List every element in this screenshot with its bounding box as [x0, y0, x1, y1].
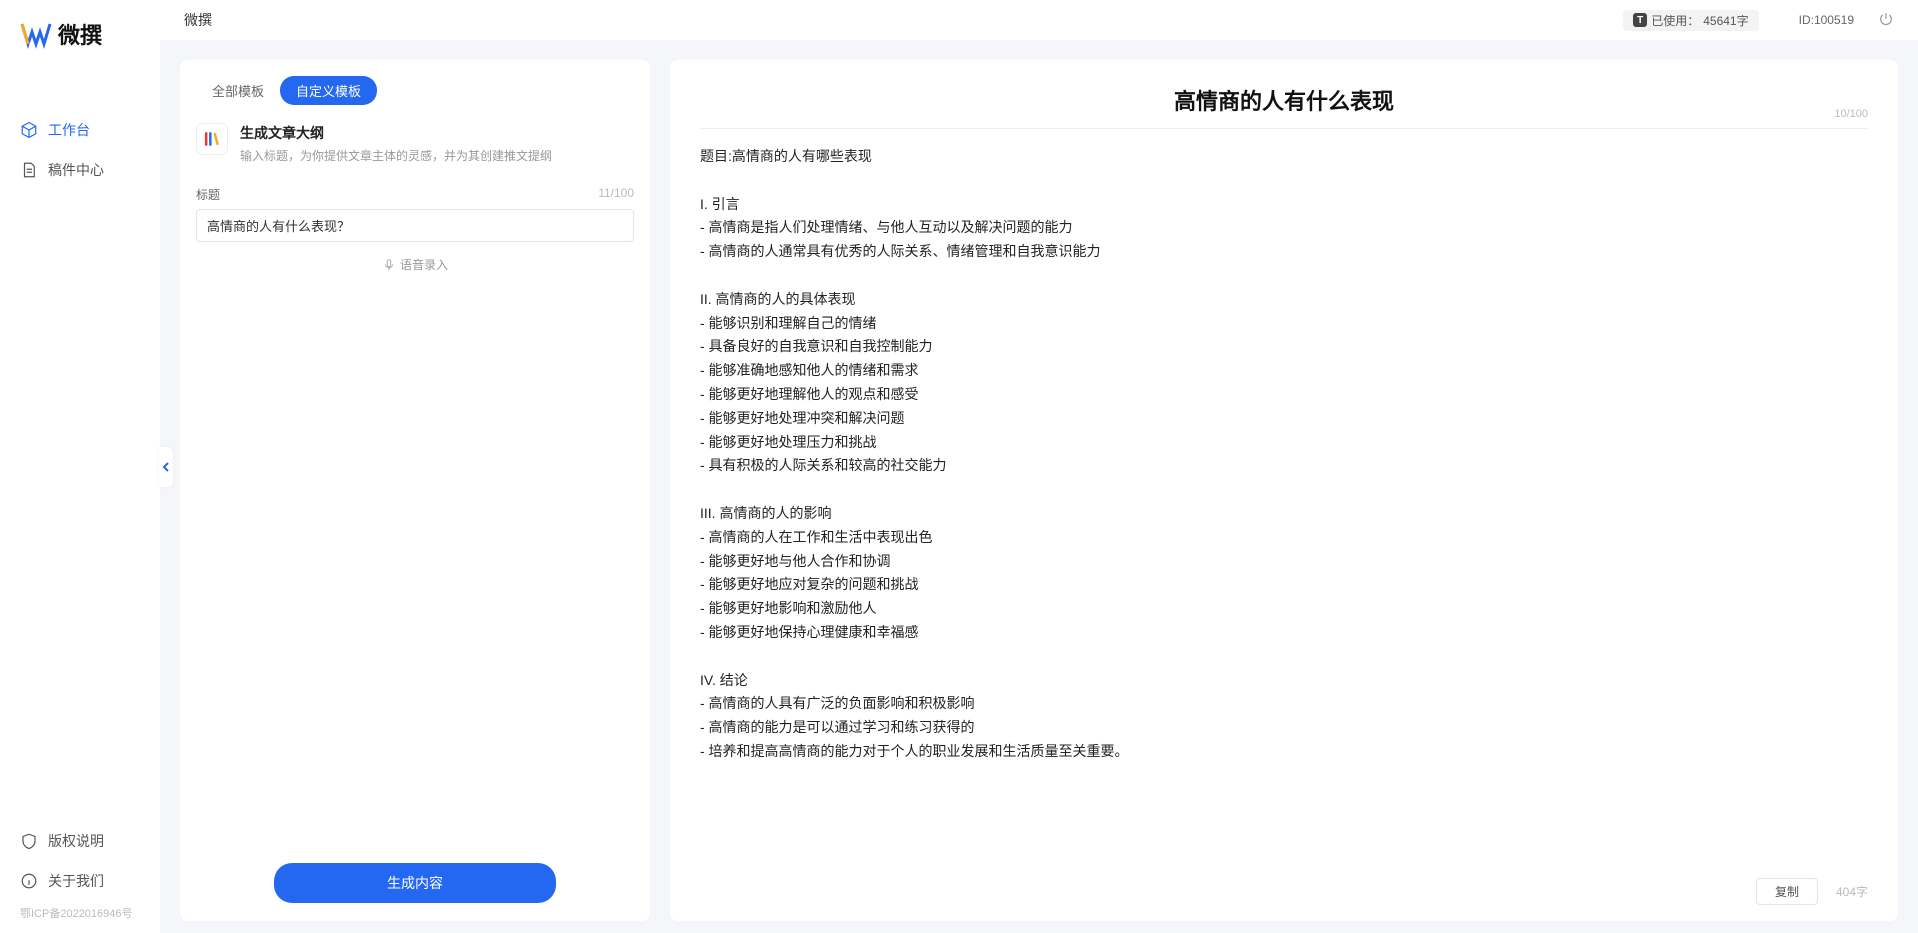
generate-button[interactable]: 生成内容 — [274, 863, 556, 903]
nav-item-workbench[interactable]: 工作台 — [0, 110, 160, 150]
topbar: 微撰 T 已使用： 45641字 ID:100519 — [160, 0, 1918, 40]
nav-item-about[interactable]: 关于我们 — [0, 861, 160, 901]
nav-main: 工作台 稿件中心 — [0, 110, 160, 821]
template-card[interactable]: 生成文章大纲 输入标题，为你提供文章主体的灵感，并为其创建推文提纲 — [180, 115, 650, 178]
output-title-row: 高情商的人有什么表现 10/100 — [700, 84, 1868, 129]
usage-prefix: 已使用： — [1651, 12, 1699, 29]
outline-books-icon — [202, 129, 222, 149]
usage-pill[interactable]: T 已使用： 45641字 — [1623, 10, 1758, 31]
template-desc: 输入标题，为你提供文章主体的灵感，并为其创建推文提纲 — [240, 147, 634, 164]
nav-label: 工作台 — [48, 120, 90, 140]
panes: 全部模板 自定义模板 生成文章大纲 输入标题，为你提供文章主体的灵感，并为其创建… — [160, 40, 1918, 933]
output-body[interactable]: 题目:高情商的人有哪些表现 I. 引言 - 高情商是指人们处理情绪、与他人互动以… — [700, 129, 1868, 868]
shield-icon — [20, 832, 38, 850]
nav-item-copyright[interactable]: 版权说明 — [0, 821, 160, 861]
document-icon — [20, 161, 38, 179]
tab-custom-templates[interactable]: 自定义模板 — [280, 76, 377, 105]
chevron-left-icon — [161, 462, 171, 472]
nav-label: 稿件中心 — [48, 160, 104, 180]
output-char-count: 404字 — [1836, 883, 1868, 900]
title-input[interactable] — [196, 209, 634, 242]
main-area: 微撰 T 已使用： 45641字 ID:100519 全部模板 自定义模板 — [160, 0, 1918, 933]
text-badge-icon: T — [1633, 13, 1647, 27]
sidebar-collapse-handle[interactable] — [159, 447, 173, 487]
nav-item-drafts[interactable]: 稿件中心 — [0, 150, 160, 190]
sidebar: 微撰 工作台 稿件中心 版权说明 关于我们 鄂ICP备2022016946号 — [0, 0, 160, 933]
field-char-count: 11/100 — [598, 186, 634, 203]
template-icon — [196, 123, 228, 155]
brand-name: 微撰 — [58, 18, 102, 50]
voice-label: 语音录入 — [400, 256, 448, 273]
output-title-count: 10/100 — [1834, 108, 1868, 120]
output-footer: 复制 404字 — [700, 868, 1868, 905]
tab-all-templates[interactable]: 全部模板 — [196, 76, 280, 105]
nav-label: 关于我们 — [48, 871, 104, 891]
nav-bottom: 版权说明 关于我们 鄂ICP备2022016946号 — [0, 821, 160, 925]
nav-label: 版权说明 — [48, 831, 104, 851]
icp-footer: 鄂ICP备2022016946号 — [0, 901, 160, 925]
template-tabs: 全部模板 自定义模板 — [180, 60, 650, 115]
field-label: 标题 — [196, 186, 220, 203]
microphone-icon — [382, 258, 396, 272]
output-title: 高情商的人有什么表现 — [1174, 84, 1394, 116]
page-title: 微撰 — [184, 10, 212, 30]
copy-button[interactable]: 复制 — [1756, 878, 1818, 905]
pane-right: 高情商的人有什么表现 10/100 题目:高情商的人有哪些表现 I. 引言 - … — [670, 60, 1898, 921]
pane-left: 全部模板 自定义模板 生成文章大纲 输入标题，为你提供文章主体的灵感，并为其创建… — [180, 60, 650, 921]
info-icon — [20, 872, 38, 890]
template-title: 生成文章大纲 — [240, 123, 634, 143]
logo-icon — [20, 18, 52, 50]
brand-logo: 微撰 — [0, 18, 160, 110]
title-field: 标题 11/100 — [180, 178, 650, 242]
voice-input-button[interactable]: 语音录入 — [180, 242, 650, 287]
usage-value: 45641字 — [1703, 12, 1748, 29]
power-icon — [1878, 11, 1894, 27]
user-id: ID:100519 — [1799, 13, 1854, 27]
power-button[interactable] — [1878, 11, 1894, 30]
cube-icon — [20, 121, 38, 139]
